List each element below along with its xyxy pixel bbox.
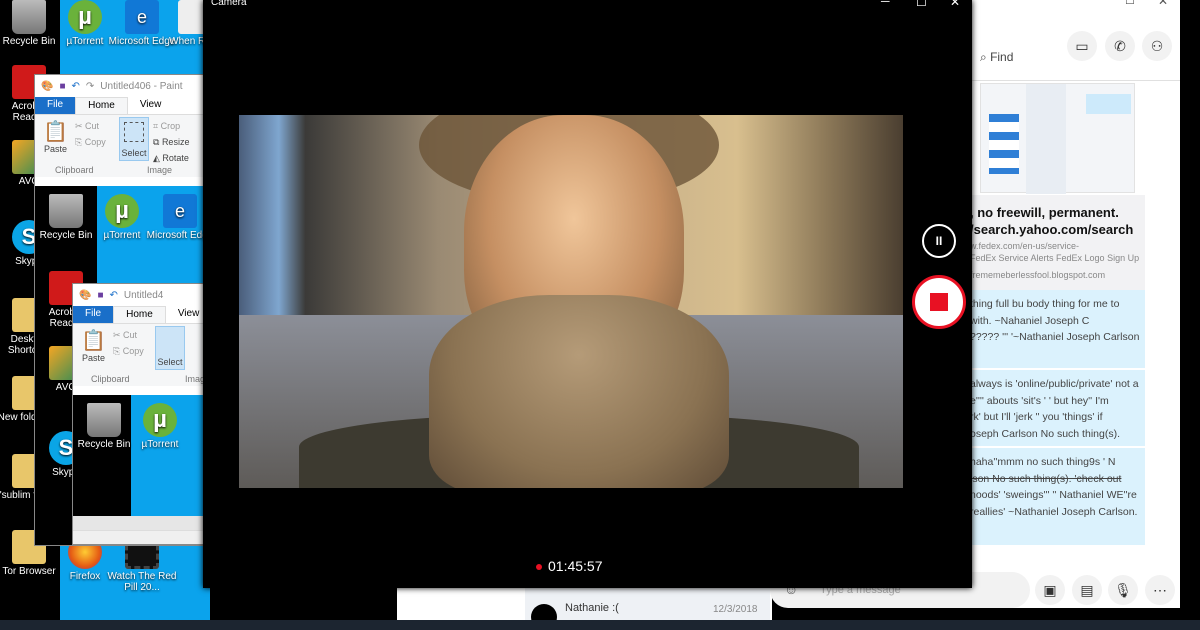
canvas-icon-edge: eMicrosoft Edge	[145, 194, 205, 241]
paste-button[interactable]: 📋 Paste	[81, 328, 106, 363]
camera-window[interactable]: Camera ─ ☐ ✕ II 01:45:57	[203, 0, 972, 588]
contact-list: Nathanie :( 12/3/2018	[525, 588, 770, 630]
image-icon: ▣	[1043, 582, 1057, 598]
link-preview-card[interactable]: , no freewill, permanent. /search.yahoo.…	[960, 195, 1145, 290]
recording-indicator-icon	[536, 564, 542, 571]
video-call-button[interactable]: ▭	[1067, 31, 1097, 61]
recording-timer: 01:45:57	[536, 558, 603, 574]
close-button[interactable]: ✕	[1158, 0, 1168, 8]
minimize-button[interactable]: ─	[1095, 0, 1104, 6]
paste-button[interactable]: 📋 Paste	[43, 119, 68, 154]
add-people-button[interactable]: ⚇	[1142, 31, 1172, 61]
save-icon[interactable]: ■	[97, 290, 103, 301]
shared-screenshot-thumbnail[interactable]	[980, 83, 1135, 194]
tab-view[interactable]: View	[128, 97, 174, 114]
select-icon	[124, 122, 144, 142]
add-person-icon: ⚇	[1150, 38, 1164, 54]
stop-recording-button[interactable]	[912, 275, 966, 329]
chat-message: haha''mmm no such thing9s ' Nlson No suc…	[960, 448, 1145, 545]
send-media-button[interactable]: ▣	[1035, 575, 1065, 605]
pause-icon: II	[935, 234, 943, 248]
crop-button[interactable]: ⌗ Crop	[153, 121, 180, 132]
paint-canvas[interactable]: Recycle Bin µ µTorrent	[73, 395, 205, 516]
select-button[interactable]: Select	[155, 326, 185, 370]
save-icon[interactable]: ■	[59, 81, 65, 92]
chat-message: thing full bu body thing for me to with. …	[960, 290, 1145, 368]
status-bar	[73, 530, 205, 544]
tab-file[interactable]: File	[35, 97, 76, 114]
clipboard-group-label: Clipboard	[55, 165, 94, 175]
undo-icon[interactable]: ↶	[72, 81, 80, 92]
pause-recording-button[interactable]: II	[922, 224, 956, 258]
video-camera-icon: ▭	[1075, 38, 1089, 54]
microphone-icon: 🎙	[1114, 582, 1132, 598]
canvas-icon-utorrent: µ µTorrent	[125, 403, 195, 450]
tab-file[interactable]: File	[73, 306, 114, 323]
ribbon: 📋 Paste ✂ Cut ⎘ Copy Clipboard Select Ima…	[73, 324, 205, 386]
maximize-button[interactable]: ☐	[916, 0, 927, 9]
more-options-button[interactable]: ⋯	[1145, 575, 1175, 605]
chat-message: always is 'online/public/private' not ae…	[960, 370, 1145, 446]
send-contact-button[interactable]: ▤	[1072, 575, 1102, 605]
window-title: Camera	[211, 0, 247, 8]
tab-home[interactable]: Home	[113, 306, 166, 323]
resize-button[interactable]: ⧉ Resize	[153, 137, 189, 148]
cut-button[interactable]: ✂ Cut	[75, 121, 99, 132]
contact-date: 12/3/2018	[713, 604, 758, 615]
window-title: Untitled406 - Paint	[100, 80, 183, 92]
phone-icon: ✆	[1114, 38, 1126, 54]
tab-home[interactable]: Home	[75, 97, 128, 114]
ribbon: 📋 Paste ✂ Cut ⎘ Copy Clipboard Select ⌗ C…	[35, 115, 205, 177]
close-button[interactable]: ✕	[950, 0, 960, 9]
clipboard-group-label: Clipboard	[91, 374, 130, 384]
minimize-button[interactable]: ─	[881, 0, 890, 8]
paint-window-front[interactable]: 🎨 ■ ↶ Untitled4 File Home View 📋 Paste ✂ Cut ⎘…	[72, 283, 206, 545]
recycle-bin-icon	[12, 0, 46, 34]
camera-preview	[239, 115, 903, 488]
window-title: Untitled4	[123, 289, 164, 301]
maximize-button[interactable]: ☐	[1125, 0, 1135, 7]
quick-access-toolbar: 🎨 ■ ↶ ↷ Untitled406 - Paint	[35, 75, 205, 97]
divider	[960, 80, 1180, 81]
paint-app-icon: 🎨	[41, 80, 54, 92]
utorrent-icon: µ	[68, 0, 102, 34]
undo-icon[interactable]: ↶	[110, 290, 118, 301]
rotate-button[interactable]: ◭ Rotate	[153, 153, 189, 164]
image-group-label: Image	[147, 165, 173, 175]
copy-button[interactable]: ⎘ Copy	[75, 137, 106, 148]
contact-card-icon: ▤	[1080, 582, 1094, 598]
screen-edge	[1180, 0, 1200, 620]
horizontal-scrollbar[interactable]	[73, 516, 205, 530]
taskbar[interactable]	[0, 620, 1200, 630]
cut-button[interactable]: ✂ Cut	[113, 330, 137, 341]
paint-app-icon: 🎨	[79, 289, 92, 301]
copy-button[interactable]: ⎘ Copy	[113, 346, 144, 357]
select-button[interactable]: Select	[119, 117, 149, 161]
find-button[interactable]: ⌕ Find	[980, 50, 1013, 65]
clipboard-icon: 📋	[81, 330, 106, 352]
voice-message-button[interactable]: 🎙	[1108, 575, 1138, 605]
redo-icon[interactable]: ↷	[86, 81, 94, 92]
audio-call-button[interactable]: ✆	[1105, 31, 1135, 61]
ellipsis-icon: ⋯	[1153, 582, 1167, 598]
contact-name[interactable]: Nathanie :(	[565, 602, 619, 614]
clipboard-icon: 📋	[43, 121, 68, 143]
stop-icon	[930, 293, 948, 311]
edge-icon: e	[125, 0, 159, 34]
tab-view[interactable]: View	[166, 306, 205, 323]
